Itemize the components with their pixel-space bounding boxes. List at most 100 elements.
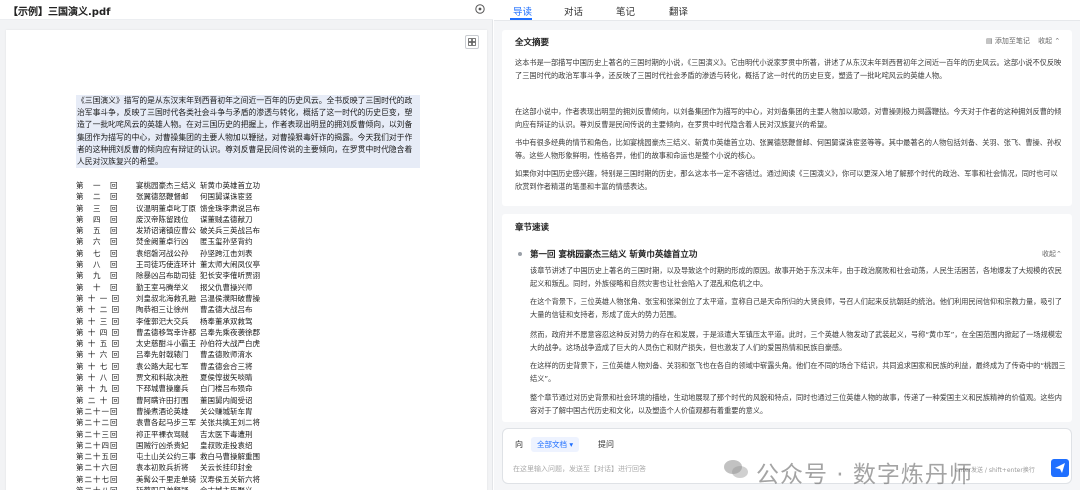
toc-entry[interactable]: 第 十 六 回 吕奉先射戟辕门 曹孟德败师淯水 (76, 349, 376, 360)
toc-entry[interactable]: 第 二 回 张翼德怒鞭督邮 何国舅谋诛宦竖 (76, 191, 376, 202)
tab-translate[interactable]: 翻译 (669, 4, 688, 18)
toc-entry[interactable]: 第 十 八 回 贾文和料敌决胜 夏侯惇拔矢啖睛 (76, 372, 376, 383)
grid-view-icon[interactable] (465, 35, 479, 49)
toc-chapter-number: 第 十 六 回 (76, 350, 121, 360)
toc-title-part2: 吕温侯濮阳破曹操 (200, 293, 260, 303)
toc-entry[interactable]: 第 八 回 王司徒巧使连环计 董太师大闹凤仪亭 (76, 259, 376, 270)
ask-label: 向 (515, 440, 523, 449)
toc-entry[interactable]: 第二十四回 国贼行凶杀贵妃 皇叔败走投袁绍 (76, 440, 376, 451)
toc-entry[interactable]: 第二十八回斩蔡阳兄弟释疑会古城主臣聚义 (76, 485, 376, 490)
toc-chapter-number: 第 一 回 (76, 181, 119, 190)
toc-entry[interactable]: 第二十一回 曹操煮酒论英雄 关公赚城斩车胄 (76, 406, 376, 417)
tab-chat[interactable]: 对话 (564, 4, 583, 18)
toc-entry[interactable]: 第二十二回 袁曹各起马步三军 关张共擒王刘二将 (76, 417, 376, 428)
reading-assistant-pane: 导读 对话 笔记 翻译 全文摘要 ▤ 添加至笔记 收起 ⌃ 这本书是一部描写中国… (494, 0, 1080, 490)
toc-entry[interactable]: 第 四 回 废汉帝陈留践位 谋董贼孟德献刀 (76, 214, 376, 225)
summary-collapse-button[interactable]: 收起 (1038, 37, 1052, 45)
summary-card: 全文摘要 ▤ 添加至笔记 收起 ⌃ 这本书是一部描写中国历史上著名的三国时期的小… (502, 30, 1072, 206)
toc-title-part1: 贾文和料敌决胜 (136, 373, 189, 383)
toc-chapter-number: 第 十 八 回 (76, 373, 121, 383)
toc-entry[interactable]: 第 十 二 回 陶恭祖三让徐州 曹孟德大战吕布 (76, 304, 376, 315)
toc-entry[interactable]: 第二十六回 袁本初败兵折将 关云长挂印封金 (76, 462, 376, 473)
toc-entry[interactable]: 第二十五回 屯土山关公约三事 救白马曹操解重围 (76, 451, 376, 462)
toc-title-part2: 董太师大闹凤仪亭 (200, 260, 260, 270)
toc-title-part1: 刘皇叔北海救孔融 (136, 293, 196, 303)
toc-chapter-number: 第 四 回 (76, 214, 119, 224)
chapter-paragraph: 该章节讲述了中国历史上著名的三国时期，以及导致这个时期的形成的原因。故事开始于东… (530, 266, 1062, 288)
toc-entry[interactable]: 第 三 回 议温明董卓叱丁原 馈金珠李肃说吕布 (76, 203, 376, 214)
toc-chapter-number: 第 七 回 (76, 248, 119, 258)
toc-chapter-number: 第 五 回 (76, 226, 119, 236)
wechat-logo-icon (724, 460, 748, 478)
toc-title-part2: 谋董贼孟德献刀 (200, 214, 253, 224)
summary-paragraph: 在这部小说中，作者表现出明显的拥刘反曹倾向，以刘备集团作为描写的中心，对刘备集团… (515, 107, 1062, 129)
toc-title-part2: 曹孟德大战吕布 (200, 305, 253, 315)
summary-paragraph: 书中有很多经典的情节和角色，比如宴桃园豪杰三结义、斩黄巾英雄首立功、张翼德怒鞭督… (515, 138, 1062, 160)
chapters-title: 章节速读 (515, 223, 550, 233)
toc-title-part2: 馈金珠李肃说吕布 (200, 203, 260, 213)
toc-entry[interactable]: 第 十 九 回 下邳城曹操鏖兵 白门楼吕布殒命 (76, 383, 376, 394)
toc-title-part2: 曹孟德会合三将 (200, 361, 253, 371)
toc-chapter-number: 第二十四回 (76, 440, 119, 450)
toc-title-part1: 勤王室马腾举义 (136, 282, 189, 292)
toc-entry[interactable]: 第 十 三 回 李傕郭汜大交兵 杨奉董承双救驾 (76, 316, 376, 327)
toc-chapter-number: 第 十 回 (76, 282, 119, 292)
toc-entry[interactable]: 第 十 五 回 太史慈酣斗小霸王 孙伯符大战严白虎 (76, 338, 376, 349)
toc-chapter-number: 第 六 回 (76, 237, 119, 247)
toc-entry[interactable]: 第 十 一 回 刘皇叔北海救孔融 吕温侯濮阳破曹操 (76, 293, 376, 304)
toc-title-part1: 袁绍磐河战公孙 (136, 248, 189, 258)
intro-paragraph[interactable]: 《三国演义》描写的是从东汉末年到西晋初年之间近一百年的历史风云。全书反映了三国时… (76, 95, 420, 169)
toc-title-part2: 曹孟德败师淯水 (200, 350, 253, 360)
toc-title-part2: 汉寿侯五关斩六将 (200, 474, 260, 484)
toc-entry[interactable]: 第二十七回 美髯公千里走单骑 汉寿侯五关斩六将 (76, 474, 376, 485)
pdf-page: 《三国演义》描写的是从东汉末年到西晋初年之间近一百年的历史风云。全书反映了三国时… (6, 30, 487, 490)
send-icon[interactable] (1051, 459, 1069, 477)
toc-title-part1: 下邳城曹操鏖兵 (136, 384, 189, 394)
toc-chapter-number: 第 二 十 回 (76, 395, 121, 405)
toc-entry[interactable]: 第 六 回 焚金阙董卓行凶 匿玉玺孙坚背约 (76, 236, 376, 247)
chapter-collapse[interactable]: 收起⌃ (1042, 249, 1062, 259)
chapter-collapse-button[interactable]: 收起 (1042, 250, 1056, 258)
toc-entry[interactable]: 第 五 回 发矫诏诸镇应曹公 破关兵三英战吕布 (76, 225, 376, 236)
chevron-up-icon[interactable]: ⌃ (1054, 37, 1060, 45)
toc-entry[interactable]: 第 九 回 除暴凶吕布助司徒 犯长安李傕听贾诩 (76, 270, 376, 281)
chevron-up-icon[interactable]: ⌃ (1056, 250, 1062, 258)
chapters-card: 章节速读 第一回 宴桃园豪杰三结义 斩黄巾英雄首立功 收起⌃ 该章节讲述了中国历… (502, 214, 1072, 422)
toc-title-part2: 关张共擒王刘二将 (200, 418, 260, 428)
toc-entry[interactable]: 第 十 七 回 袁公路大起七军 曹孟德会合三将 (76, 361, 376, 372)
toc-title-part1: 王司徒巧使连环计 (136, 260, 196, 270)
toc-title-part1: 曹操煮酒论英雄 (136, 406, 189, 416)
chapter-title[interactable]: 第一回 宴桃园豪杰三结义 斩黄巾英雄首立功 (530, 248, 697, 260)
toc-chapter-number: 第 十 四 回 (76, 327, 121, 337)
pdf-viewer-pane: 【示例】三国演义.pdf 《三国演义》描写的是从东汉末年到西晋初年之间近一百年的… (0, 0, 493, 490)
toc-title-part2: 皇叔败走投袁绍 (200, 440, 253, 450)
ask-suffix: 提问 (598, 440, 614, 449)
tab-guide[interactable]: 导读 (513, 4, 532, 18)
toc-title-part2: 孙伯符大战严白虎 (200, 339, 260, 349)
toc-chapter-number: 第 十 九 回 (76, 384, 121, 394)
toc-title-part1: 焚金阙董卓行凶 (136, 237, 189, 247)
toc-chapter-number: 第 二 回 (76, 192, 119, 202)
toc-chapter-number: 第 九 回 (76, 271, 119, 281)
scope-label: 全部文档 (537, 440, 567, 449)
settings-icon[interactable] (474, 3, 486, 15)
toc-chapter-number: 第二十五回 (76, 452, 119, 462)
toc-chapter-number: 第 三 回 (76, 203, 119, 213)
chapter-bullet (518, 252, 522, 256)
toc-entry[interactable]: 第 十 回 勤王室马腾举义 报父仇曹操兴师 (76, 282, 376, 293)
toc-title-part1: 李傕郭汜大交兵 (136, 316, 189, 326)
toc-entry[interactable]: 第 十 四 回 曹孟德移驾幸许都 吕奉先乘夜袭徐郡 (76, 327, 376, 338)
toc-entry[interactable]: 第二十三回 祢正平裸衣骂贼 吉太医下毒遭刑 (76, 429, 376, 440)
toc-entry[interactable]: 第 一 回 宴桃园豪杰三结义 斩黄巾英雄首立功 (76, 180, 376, 191)
scope-selector[interactable]: 全部文档 ▾ (531, 437, 580, 452)
toc-title-part1: 陶恭祖三让徐州 (136, 305, 189, 315)
toc-title-part1: 斩蔡阳兄弟释疑 (136, 485, 200, 490)
add-to-note-button[interactable]: 添加至笔记 (995, 37, 1030, 45)
toc-title-part2: 杨奉董承双救驾 (200, 316, 253, 326)
toc-entry[interactable]: 第 二 十 回 曹阿瞒许田打围 董国舅内阁受诏 (76, 395, 376, 406)
toc-chapter-number: 第 十 七 回 (76, 361, 121, 371)
toc-entry[interactable]: 第 七 回 袁绍磐河战公孙 孙坚跨江击刘表 (76, 248, 376, 259)
toc-chapter-number: 第 十 五 回 (76, 339, 121, 349)
tab-notes[interactable]: 笔记 (616, 4, 635, 18)
toc-title-part2: 夏侯惇拔矢啖睛 (200, 373, 253, 383)
